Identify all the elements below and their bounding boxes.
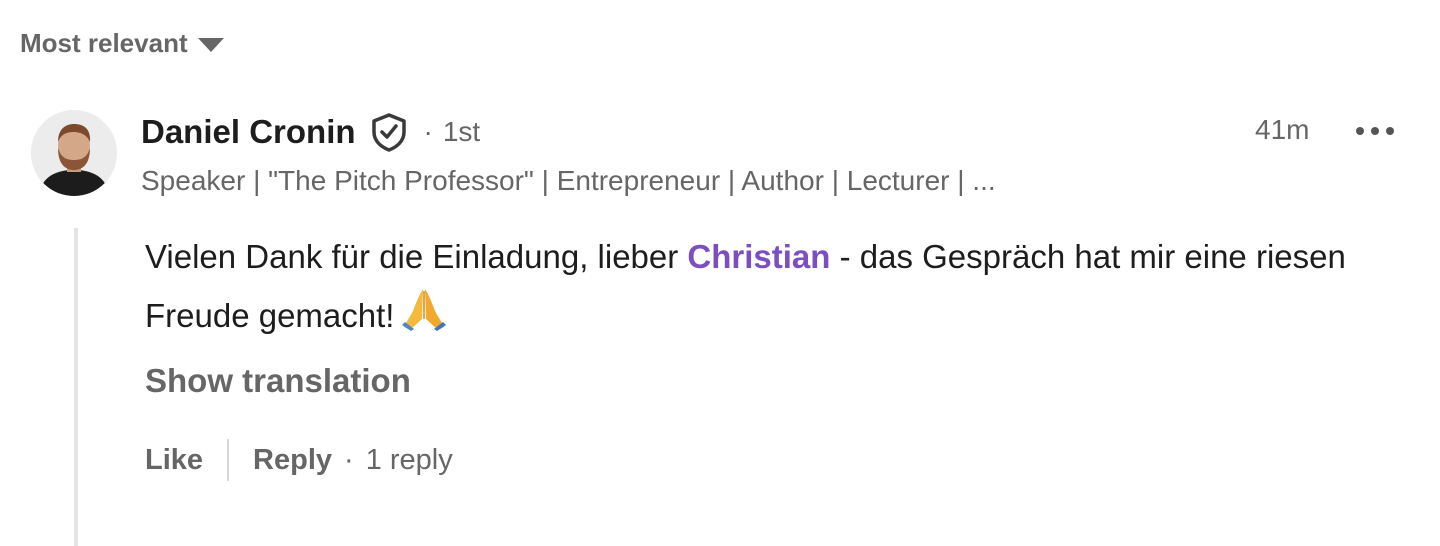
sort-dropdown[interactable]: Most relevant — [20, 28, 224, 59]
reply-separator: · — [344, 443, 354, 476]
author-headline: Speaker | "The Pitch Professor" | Entrep… — [141, 165, 996, 196]
thread-line — [74, 228, 78, 546]
comment-timestamp: 41m — [1255, 114, 1310, 145]
degree-separator: · — [423, 116, 433, 147]
like-button[interactable]: Like — [145, 444, 203, 477]
author-row: Daniel Cronin · 1st — [141, 112, 480, 152]
reply-count-link[interactable]: 1 reply — [366, 444, 453, 477]
action-divider — [227, 439, 230, 481]
degree-label: 1st — [442, 116, 481, 147]
ellipsis-icon[interactable] — [1352, 118, 1398, 144]
caret-down-icon — [197, 37, 224, 52]
folded-hands-emoji — [400, 285, 448, 350]
comment-actions: Like Reply · 1 reply — [145, 439, 453, 481]
connection-degree: · 1st — [424, 116, 481, 148]
avatar-photo — [31, 110, 117, 196]
author-name[interactable]: Daniel Cronin — [141, 113, 356, 151]
comment-text-start: Vielen Dank für die Einladung, lieber — [145, 238, 688, 275]
avatar[interactable] — [31, 110, 117, 196]
comment-text: Vielen Dank für die Einladung, lieber Ch… — [145, 228, 1415, 350]
mention-link[interactable]: Christian — [687, 238, 830, 275]
verified-shield-icon — [370, 112, 408, 152]
reply-button[interactable]: Reply — [253, 444, 332, 477]
show-translation-link[interactable]: Show translation — [145, 362, 411, 400]
sort-label: Most relevant — [20, 28, 188, 58]
